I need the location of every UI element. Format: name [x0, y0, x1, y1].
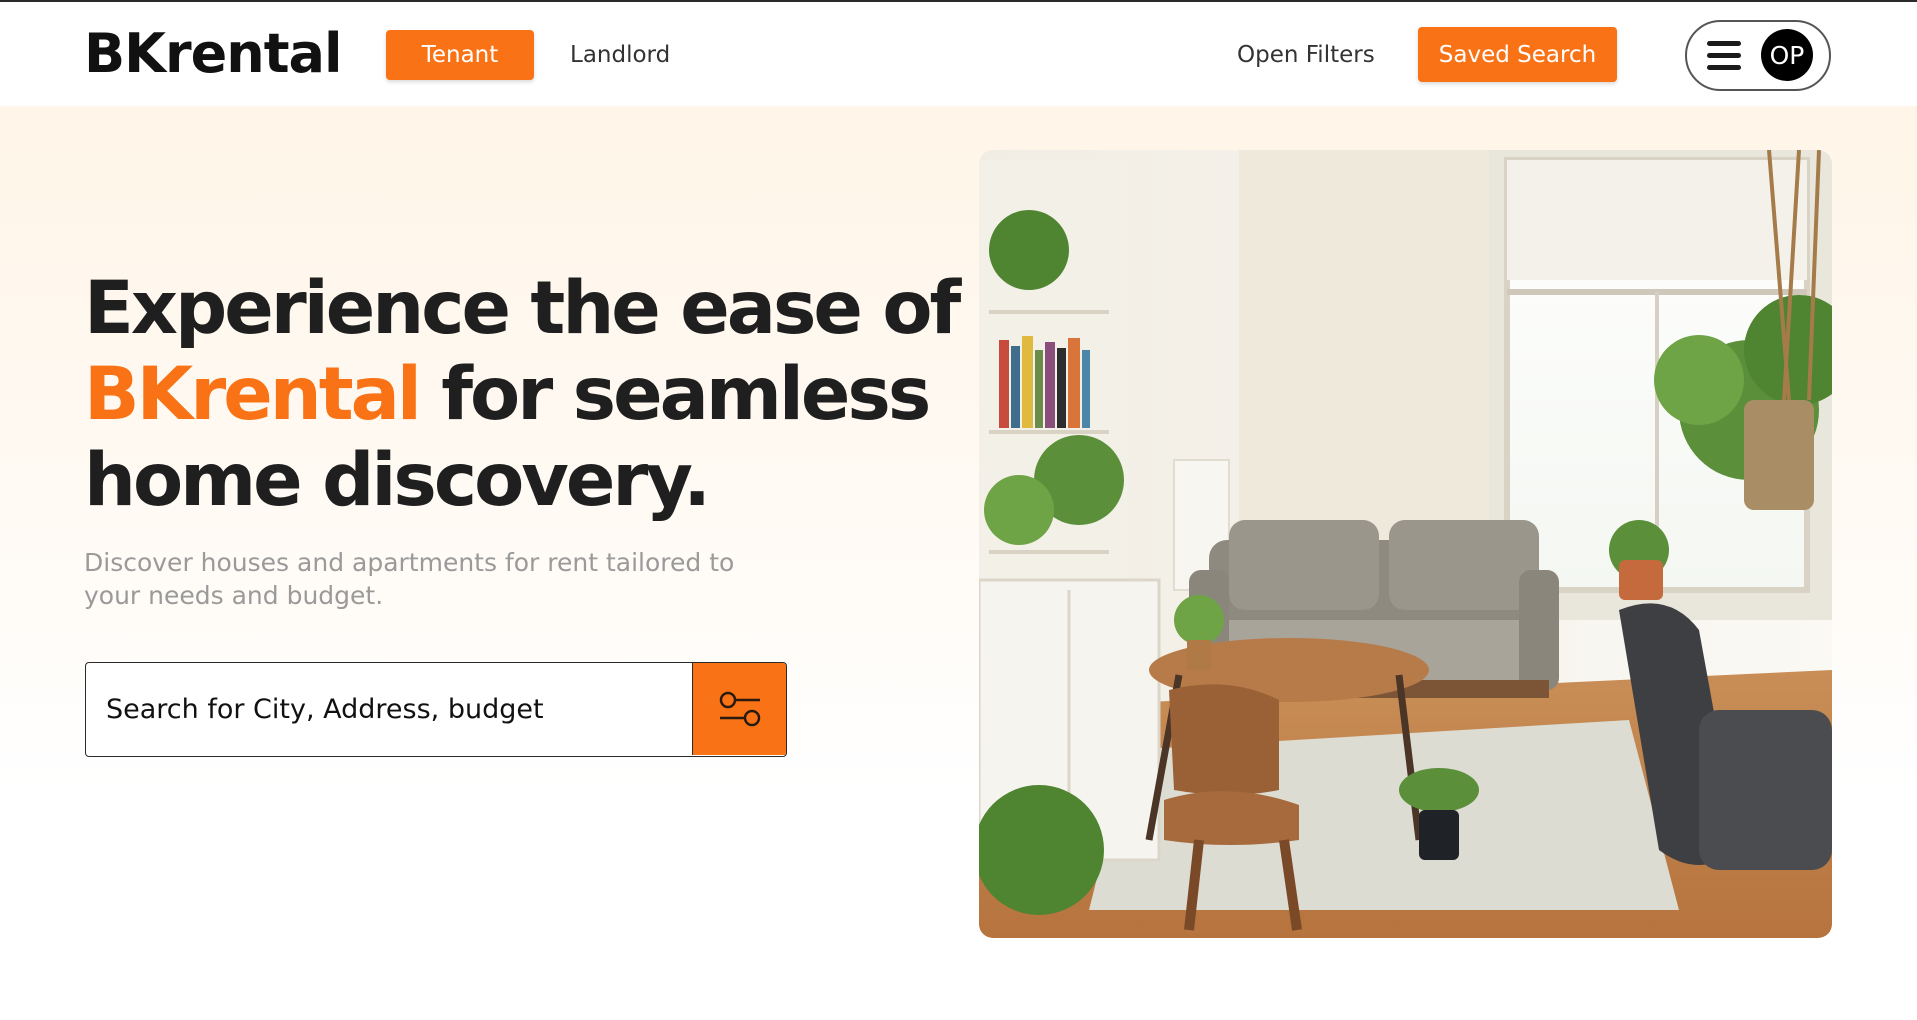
living-room-photo — [979, 150, 1832, 938]
search-input[interactable] — [86, 663, 692, 755]
search-bar — [85, 662, 787, 757]
saved-search-button[interactable]: Saved Search — [1418, 27, 1617, 82]
sliders-filter-icon — [719, 691, 760, 727]
hero-section: Experience the ease of BKrental for seam… — [0, 106, 1917, 1020]
hamburger-menu-icon — [1707, 39, 1743, 73]
top-navigation: BKrental Tenant Landlord Open Filters Sa… — [0, 2, 1917, 106]
open-filters-link[interactable]: Open Filters — [1237, 30, 1375, 80]
user-menu-button[interactable]: OP — [1685, 20, 1831, 91]
headline-brand-accent: BKrental — [84, 352, 422, 437]
search-filter-button[interactable] — [692, 663, 786, 755]
landlord-link[interactable]: Landlord — [570, 30, 670, 80]
headline-text-1: Experience the ease of — [84, 266, 961, 351]
tenant-button[interactable]: Tenant — [386, 30, 534, 80]
brand-logo[interactable]: BKrental — [84, 22, 342, 86]
headline-text-2: for seamless — [418, 352, 931, 437]
hero-headline: Experience the ease of BKrental for seam… — [84, 266, 964, 524]
headline-text-3: home discovery. — [84, 438, 711, 523]
avatar: OP — [1761, 29, 1813, 81]
hero-subtext: Discover houses and apartments for rent … — [84, 548, 735, 610]
